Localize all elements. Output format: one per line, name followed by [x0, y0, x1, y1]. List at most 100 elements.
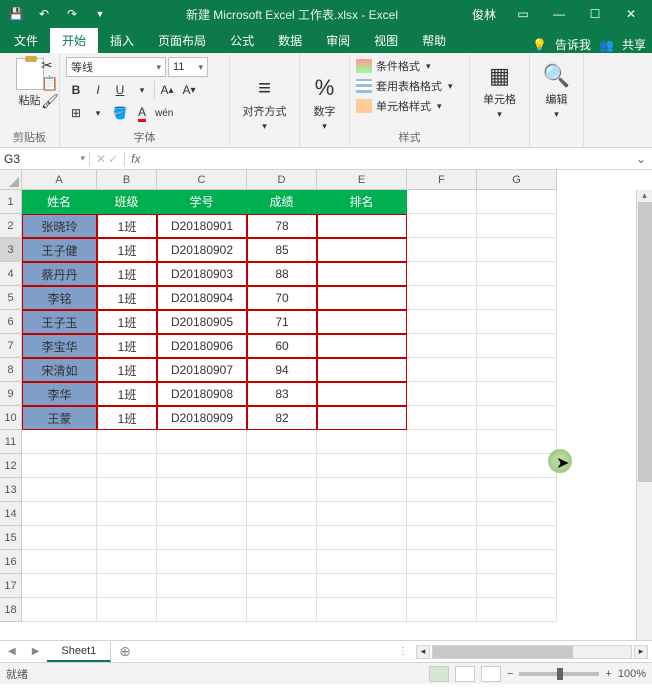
- cell[interactable]: [247, 526, 317, 550]
- row-header[interactable]: 13: [0, 478, 22, 502]
- cell[interactable]: 88: [247, 262, 317, 286]
- add-sheet-icon[interactable]: ⊕: [111, 643, 139, 660]
- increase-font-icon[interactable]: A▴: [157, 80, 177, 100]
- cell[interactable]: [317, 574, 407, 598]
- underline-button[interactable]: U: [110, 80, 130, 100]
- cell[interactable]: [97, 430, 157, 454]
- bold-button[interactable]: B: [66, 80, 86, 100]
- cell[interactable]: [247, 430, 317, 454]
- cell[interactable]: [317, 598, 407, 622]
- cell-style-button[interactable]: 单元格样式▾: [356, 97, 463, 115]
- cell[interactable]: D20180905: [157, 310, 247, 334]
- cell[interactable]: [477, 430, 557, 454]
- cell[interactable]: [477, 598, 557, 622]
- cell[interactable]: [477, 502, 557, 526]
- cell[interactable]: [317, 286, 407, 310]
- cell[interactable]: [407, 310, 477, 334]
- view-normal-icon[interactable]: [429, 666, 449, 682]
- cell[interactable]: 排名: [317, 190, 407, 214]
- tab-review[interactable]: 审阅: [314, 28, 362, 53]
- cell[interactable]: [407, 190, 477, 214]
- cell[interactable]: [477, 310, 557, 334]
- cell[interactable]: [317, 238, 407, 262]
- cell[interactable]: [317, 454, 407, 478]
- vertical-scrollbar[interactable]: ▴: [636, 190, 652, 640]
- cell[interactable]: [407, 526, 477, 550]
- conditional-format-button[interactable]: 条件格式▾: [356, 57, 463, 75]
- cell[interactable]: 78: [247, 214, 317, 238]
- cell[interactable]: [477, 238, 557, 262]
- cell[interactable]: [317, 430, 407, 454]
- save-icon[interactable]: 💾: [4, 3, 28, 25]
- col-header[interactable]: D: [247, 170, 317, 190]
- tab-help[interactable]: 帮助: [410, 28, 458, 53]
- row-header[interactable]: 4: [0, 262, 22, 286]
- cell[interactable]: 学号: [157, 190, 247, 214]
- cell[interactable]: [407, 502, 477, 526]
- zoom-level[interactable]: 100%: [618, 668, 646, 680]
- cell[interactable]: [477, 214, 557, 238]
- col-header[interactable]: F: [407, 170, 477, 190]
- cell[interactable]: 82: [247, 406, 317, 430]
- cell[interactable]: [407, 550, 477, 574]
- underline-dd-icon[interactable]: ▾: [132, 80, 152, 100]
- cell[interactable]: [477, 334, 557, 358]
- cell[interactable]: [477, 382, 557, 406]
- cell[interactable]: [407, 382, 477, 406]
- cell[interactable]: D20180901: [157, 214, 247, 238]
- cell[interactable]: [317, 262, 407, 286]
- cancel-formula-icon[interactable]: ✕: [96, 152, 106, 166]
- cell[interactable]: [317, 406, 407, 430]
- cell[interactable]: [247, 550, 317, 574]
- cell[interactable]: [317, 478, 407, 502]
- row-header[interactable]: 15: [0, 526, 22, 550]
- fill-color-button[interactable]: 🪣: [110, 103, 130, 123]
- cell[interactable]: 李铭: [22, 286, 97, 310]
- cell[interactable]: 1班: [97, 382, 157, 406]
- cell[interactable]: 70: [247, 286, 317, 310]
- cell[interactable]: [97, 598, 157, 622]
- close-icon[interactable]: ✕: [614, 3, 648, 25]
- zoom-out-icon[interactable]: −: [507, 668, 513, 680]
- cell[interactable]: 王子玉: [22, 310, 97, 334]
- cell[interactable]: [317, 550, 407, 574]
- cell[interactable]: [97, 478, 157, 502]
- cell[interactable]: 宋清如: [22, 358, 97, 382]
- cell[interactable]: 姓名: [22, 190, 97, 214]
- cell[interactable]: 83: [247, 382, 317, 406]
- font-size-select[interactable]: 11▾: [168, 57, 208, 77]
- cell[interactable]: 60: [247, 334, 317, 358]
- cell[interactable]: [97, 574, 157, 598]
- cell[interactable]: D20180904: [157, 286, 247, 310]
- view-pagelayout-icon[interactable]: [455, 666, 475, 682]
- cell[interactable]: 李华: [22, 382, 97, 406]
- cell[interactable]: [407, 574, 477, 598]
- italic-button[interactable]: I: [88, 80, 108, 100]
- cell[interactable]: [22, 526, 97, 550]
- cells-button[interactable]: ▦ 单元格 ▾: [483, 57, 516, 120]
- cell[interactable]: [407, 478, 477, 502]
- cell[interactable]: [477, 406, 557, 430]
- col-header[interactable]: C: [157, 170, 247, 190]
- cell[interactable]: [157, 526, 247, 550]
- name-box[interactable]: G3▾: [0, 152, 90, 166]
- row-header[interactable]: 2: [0, 214, 22, 238]
- col-header[interactable]: E: [317, 170, 407, 190]
- cell[interactable]: [407, 358, 477, 382]
- cell[interactable]: [22, 454, 97, 478]
- sheet-tab[interactable]: Sheet1: [47, 642, 111, 662]
- number-button[interactable]: % 数字 ▾: [314, 69, 336, 132]
- undo-icon[interactable]: ↶: [32, 3, 56, 25]
- cell[interactable]: 1班: [97, 406, 157, 430]
- format-painter-icon[interactable]: 🖌: [41, 93, 57, 109]
- cell[interactable]: 王蒙: [22, 406, 97, 430]
- row-header[interactable]: 7: [0, 334, 22, 358]
- cell[interactable]: [407, 214, 477, 238]
- tab-insert[interactable]: 插入: [98, 28, 146, 53]
- row-header[interactable]: 16: [0, 550, 22, 574]
- cell[interactable]: [317, 334, 407, 358]
- cell[interactable]: [477, 190, 557, 214]
- copy-icon[interactable]: 📋: [41, 75, 57, 91]
- cell[interactable]: [407, 454, 477, 478]
- cell[interactable]: [97, 454, 157, 478]
